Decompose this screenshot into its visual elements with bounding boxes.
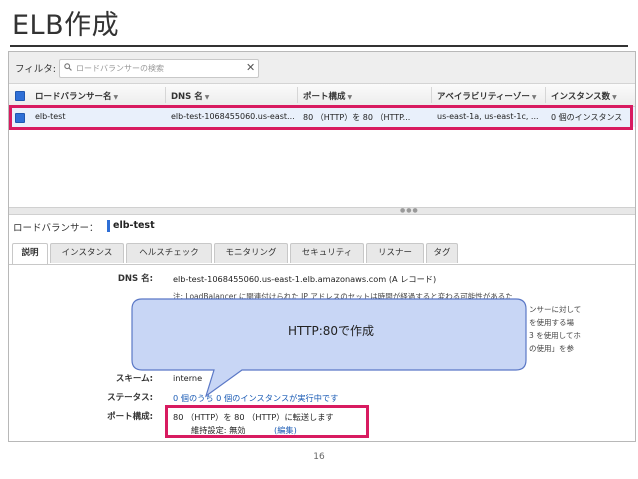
search-icon xyxy=(64,63,72,71)
search-input[interactable]: ロードバランサーの検索 ✕ xyxy=(59,59,259,78)
callout-shape xyxy=(131,298,527,398)
dns-note-link[interactable]: の使用」を参 xyxy=(529,343,574,354)
sort-caret-icon: ▼ xyxy=(113,94,119,101)
column-divider xyxy=(431,87,432,103)
column-divider xyxy=(545,87,546,103)
filter-bar: フィルタ: ロードバランサーの検索 ✕ xyxy=(9,52,635,84)
sort-caret-icon: ▼ xyxy=(204,94,210,101)
column-header-port[interactable]: ポート構成 ▼ xyxy=(303,90,352,102)
filter-label: フィルタ: xyxy=(15,64,57,75)
page-number: 16 xyxy=(313,452,325,462)
select-all-checkbox[interactable] xyxy=(15,91,25,101)
column-header-instances[interactable]: インスタンス数 ▼ xyxy=(551,90,617,102)
column-header-dns[interactable]: DNS 名 ▼ xyxy=(171,90,209,102)
callout-text: HTTP:80で作成 xyxy=(287,324,375,338)
callout-bubble xyxy=(131,298,527,398)
dns-name-value: elb-test-1068455060.us-east-1.elb.amazon… xyxy=(173,274,437,284)
selection-marker xyxy=(107,220,110,232)
dns-note-line: 3 を使用してホ xyxy=(529,331,581,340)
port-config-label: ポート構成: xyxy=(107,412,153,422)
tab-instances[interactable]: インスタンス xyxy=(50,243,124,263)
tab-tags[interactable]: タグ xyxy=(426,243,458,263)
sort-caret-icon: ▼ xyxy=(347,94,353,101)
dns-note-line: を使用する場 xyxy=(529,318,574,327)
detail-name: elb-test xyxy=(113,220,155,231)
dns-note-line: ンサーに対して xyxy=(529,305,582,314)
slide-title: ELB作成 xyxy=(12,10,120,41)
detail-tabs: 説明 インスタンス ヘルスチェック モニタリング セキュリティ リスナー タグ xyxy=(9,243,635,265)
row-highlight-frame xyxy=(9,105,633,130)
tab-health-check[interactable]: ヘルスチェック xyxy=(126,243,212,263)
close-icon[interactable]: ✕ xyxy=(246,61,255,74)
pane-resize-handle[interactable] xyxy=(9,207,635,215)
title-rule xyxy=(10,45,628,47)
sort-caret-icon: ▼ xyxy=(612,94,617,101)
tab-monitoring[interactable]: モニタリング xyxy=(214,243,288,263)
port-highlight-frame xyxy=(165,405,369,438)
tab-security[interactable]: セキュリティ xyxy=(290,243,364,263)
detail-label: ロードバランサー： xyxy=(13,223,99,234)
table-header: ロードバランサー名 ▼ DNS 名 ▼ ポート構成 ▼ アベイラビリティーゾー ▼ イン… xyxy=(9,84,635,107)
column-header-name[interactable]: ロードバランサー名 ▼ xyxy=(35,90,118,102)
column-divider xyxy=(165,87,166,103)
sort-caret-icon: ▼ xyxy=(531,94,537,101)
column-divider xyxy=(297,87,298,103)
tab-listeners[interactable]: リスナー xyxy=(366,243,424,263)
grip-icon: ●●● xyxy=(400,207,419,214)
dns-name-label: DNS 名: xyxy=(117,274,153,284)
search-placeholder: ロードバランサーの検索 xyxy=(76,64,164,73)
tab-description[interactable]: 説明 xyxy=(12,243,48,264)
column-header-az[interactable]: アベイラビリティーゾー ▼ xyxy=(437,90,536,102)
